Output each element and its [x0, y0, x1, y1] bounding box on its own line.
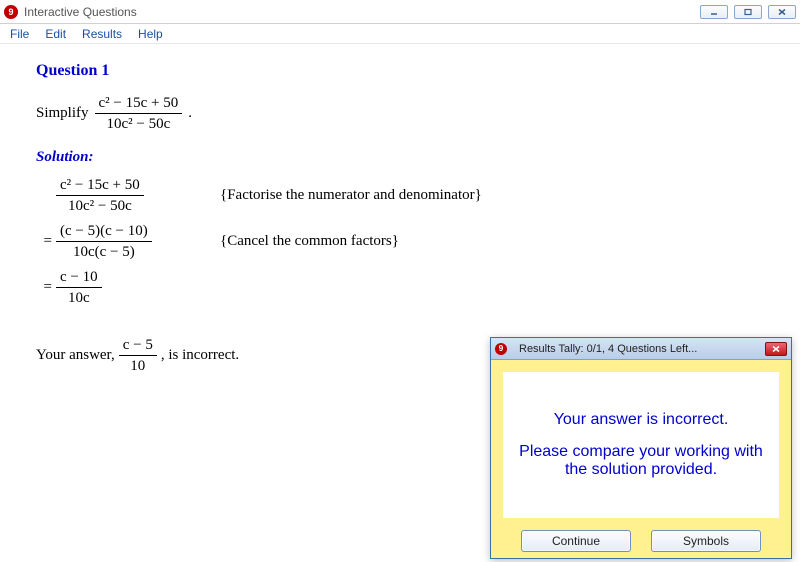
tally-titlebar[interactable]: 9 Results Tally: 0/1, 4 Questions Left..…	[491, 338, 791, 360]
step-eq: =	[42, 279, 52, 296]
window-title: Interactive Questions	[24, 5, 700, 19]
step-numerator: (c − 5)(c − 10)	[56, 222, 152, 242]
tally-close-button[interactable]	[765, 342, 787, 356]
step-hint: {Factorise the numerator and denominator…	[220, 187, 482, 204]
solution-steps: c² − 15c + 50 10c² − 50c {Factorise the …	[42, 174, 764, 308]
tally-message-2: Please compare your working with the sol…	[517, 443, 765, 479]
prompt-prefix: Simplify	[36, 105, 89, 122]
step-denominator: 10c	[56, 288, 102, 307]
prompt-numerator: c² − 15c + 50	[95, 94, 183, 114]
step-numerator: c² − 15c + 50	[56, 176, 144, 196]
menu-help[interactable]: Help	[138, 27, 163, 41]
question-title: Question 1	[36, 62, 764, 80]
tally-icon: 9	[495, 343, 507, 355]
tally-message-1: Your answer is incorrect.	[554, 411, 729, 429]
menu-results[interactable]: Results	[82, 27, 122, 41]
tally-body: Your answer is incorrect. Please compare…	[503, 372, 779, 518]
step-fraction: (c − 5)(c − 10) 10c(c − 5)	[56, 222, 152, 261]
step-expression: c² − 15c + 50 10c² − 50c	[42, 176, 192, 215]
prompt-suffix: .	[188, 105, 192, 122]
step-expression: = c − 10 10c	[42, 268, 192, 307]
solution-label: Solution:	[36, 149, 764, 166]
tally-button-row: Continue Symbols	[491, 530, 791, 562]
step-numerator: c − 10	[56, 268, 102, 288]
maximize-button[interactable]	[734, 5, 762, 19]
step-hint: {Cancel the common factors}	[220, 233, 399, 250]
question-prompt: Simplify c² − 15c + 50 10c² − 50c .	[36, 94, 764, 133]
answer-prefix: Your answer,	[36, 347, 115, 364]
solution-step: = (c − 5)(c − 10) 10c(c − 5) {Cancel the…	[42, 220, 764, 262]
prompt-fraction: c² − 15c + 50 10c² − 50c	[95, 94, 183, 133]
step-denominator: 10c(c − 5)	[56, 242, 152, 261]
step-fraction: c − 10 10c	[56, 268, 102, 307]
minimize-button[interactable]	[700, 5, 728, 19]
step-expression: = (c − 5)(c − 10) 10c(c − 5)	[42, 222, 192, 261]
prompt-denominator: 10c² − 50c	[95, 114, 183, 133]
tally-title: Results Tally: 0/1, 4 Questions Left...	[519, 343, 759, 355]
titlebar: 9 Interactive Questions	[0, 0, 800, 24]
window-buttons	[700, 5, 796, 19]
answer-numerator: c − 5	[119, 336, 157, 356]
menu-file[interactable]: File	[10, 27, 29, 41]
menubar: File Edit Results Help	[0, 24, 800, 44]
step-eq: =	[42, 233, 52, 250]
answer-denominator: 10	[119, 356, 157, 375]
symbols-button[interactable]: Symbols	[651, 530, 761, 552]
results-tally-dialog: 9 Results Tally: 0/1, 4 Questions Left..…	[490, 337, 792, 559]
answer-fraction: c − 5 10	[119, 336, 157, 375]
solution-step: c² − 15c + 50 10c² − 50c {Factorise the …	[42, 174, 764, 216]
step-fraction: c² − 15c + 50 10c² − 50c	[56, 176, 144, 215]
close-button[interactable]	[768, 5, 796, 19]
answer-suffix: , is incorrect.	[161, 347, 239, 364]
app-icon: 9	[4, 5, 18, 19]
step-denominator: 10c² − 50c	[56, 196, 144, 215]
menu-edit[interactable]: Edit	[45, 27, 66, 41]
solution-step: = c − 10 10c	[42, 266, 764, 308]
continue-button[interactable]: Continue	[521, 530, 631, 552]
